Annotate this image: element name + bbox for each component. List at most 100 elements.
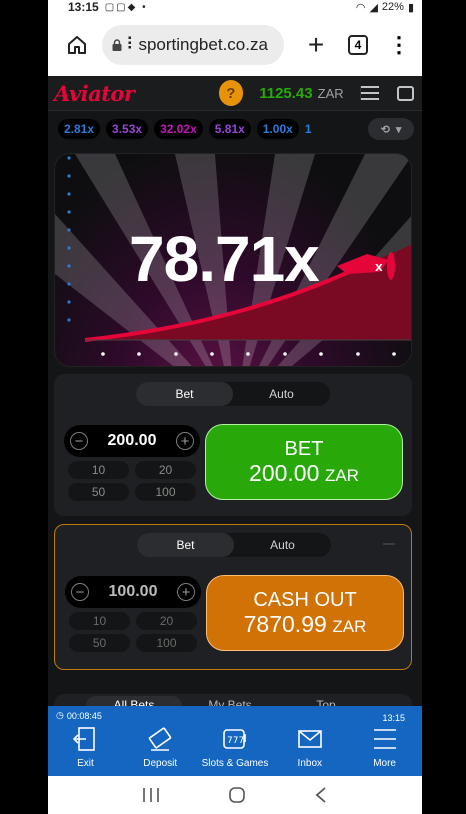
url-prefix: ⠇ — [126, 35, 139, 54]
aviator-logo: Aviator — [54, 80, 135, 106]
aviator-game: Aviator ? 1125.43 ZAR 2.81x 3.53x 32.02x… — [48, 76, 422, 706]
chat-icon[interactable] — [396, 85, 414, 101]
bet-button-amount-row: 200.00 ZAR — [249, 461, 359, 488]
clock-icon: ◷ — [56, 710, 64, 720]
quick-amount-button[interactable]: 20 — [135, 461, 196, 479]
bet-mode-switch: Bet Auto — [136, 382, 330, 406]
tab-my-bets[interactable]: My Bets — [182, 696, 278, 706]
bets-tabs: All Bets My Bets Top — [54, 694, 412, 706]
history-button[interactable]: ⟲ ▾ — [368, 118, 414, 140]
battery-icon: ▮ — [407, 1, 414, 14]
history-icon: ⟲ — [380, 123, 390, 136]
plus-icon[interactable]: + — [176, 432, 194, 450]
browser-toolbar: ⠇ sportingbet.co.za + 4 ⋮ — [48, 14, 422, 76]
inbox-icon — [297, 730, 322, 748]
stake-control: − 100.00 + 10 20 50 100 — [65, 576, 201, 652]
balance-amount: 1125.43 — [259, 84, 313, 102]
bet-panel-1: Bet Auto − 200.00 + 10 20 50 100 BET 200… — [54, 374, 412, 516]
nav-exit[interactable]: Exit — [48, 726, 123, 769]
game-menu-button[interactable] — [359, 86, 379, 100]
quick-amounts: 10 20 50 100 — [64, 461, 200, 501]
balance-currency: ZAR — [317, 85, 344, 101]
quick-amount-button[interactable]: 10 — [68, 461, 129, 479]
svg-text:777: 777 — [227, 736, 244, 746]
home-button[interactable] — [62, 30, 92, 60]
notification-icons: ▢▢◆ • — [104, 1, 148, 13]
multiplier-badge: 2.81x — [58, 119, 101, 139]
lock-icon — [112, 39, 122, 51]
stake-input[interactable]: − 200.00 + — [64, 425, 200, 457]
home-circle-icon[interactable] — [228, 786, 246, 804]
cash-out-currency: ZAR — [332, 616, 367, 636]
multiplier-badge: 1 — [304, 122, 312, 136]
nav-slots-games[interactable]: 777 Slots & Games — [198, 726, 273, 769]
quick-amount-button[interactable]: 20 — [136, 612, 197, 630]
tab-auto[interactable]: Auto — [233, 382, 330, 406]
quick-amount-button[interactable]: 100 — [135, 483, 196, 501]
stake-control: − 200.00 + 10 20 50 100 — [64, 425, 200, 501]
recents-icon[interactable] — [142, 787, 160, 803]
session-timer-value: 00:08:45 — [66, 710, 102, 721]
bet-button-currency: ZAR — [324, 465, 359, 485]
status-right: ◠ ◢ 22% ▮ — [356, 1, 414, 14]
cash-out-label: CASH OUT — [253, 588, 357, 611]
tab-switcher-button[interactable]: 4 — [348, 35, 368, 55]
site-bottom-nav: ◷ 00:08:45 13:15 Exit Deposit 777 Slots … — [48, 706, 422, 776]
nav-more[interactable]: More — [347, 726, 422, 769]
cash-out-amount: 7870.99 — [243, 610, 327, 637]
stake-value: 100.00 — [108, 583, 158, 600]
android-nav-bar — [48, 776, 422, 814]
quick-amount-button[interactable]: 10 — [69, 612, 130, 630]
tab-bet[interactable]: Bet — [137, 533, 234, 557]
deposit-icon — [148, 727, 172, 751]
nav-label: Slots & Games — [201, 758, 269, 769]
nav-label: Exit — [77, 758, 94, 769]
bet-button-amount: 200.00 — [249, 459, 320, 486]
slots-icon: 777 — [223, 729, 246, 749]
tab-all-bets[interactable]: All Bets — [86, 696, 182, 706]
signal-icon: ◢ — [369, 1, 378, 14]
minus-icon[interactable]: − — [71, 583, 89, 601]
quick-amount-button[interactable]: 100 — [136, 634, 197, 652]
browser-menu-button[interactable]: ⋮ — [388, 34, 410, 56]
url-text: sportingbet.co.za — [138, 35, 268, 54]
tab-auto[interactable]: Auto — [234, 533, 331, 557]
exit-icon — [73, 727, 96, 751]
nav-label: More — [373, 758, 396, 769]
screen: 13:15 ▢▢◆ • ◠ ◢ 22% ▮ ⠇ sportingbet.co.z… — [0, 0, 466, 814]
nav-clock: 13:15 — [382, 713, 405, 723]
game-header: Aviator ? 1125.43 ZAR — [48, 76, 422, 111]
remove-panel-button[interactable] — [383, 543, 395, 545]
cash-out-amount-row: 7870.99 ZAR — [244, 612, 367, 639]
back-icon[interactable] — [314, 786, 328, 804]
url-bar[interactable]: ⠇ sportingbet.co.za — [102, 25, 284, 65]
bet-button[interactable]: BET 200.00 ZAR — [205, 424, 403, 500]
home-icon — [68, 36, 86, 54]
nav-inbox[interactable]: Inbox — [272, 726, 347, 769]
chevron-down-icon: ▾ — [395, 123, 402, 136]
cash-out-button[interactable]: CASH OUT 7870.99 ZAR — [206, 575, 404, 651]
nav-deposit[interactable]: Deposit — [123, 726, 198, 769]
multiplier-badge: 32.02x — [154, 119, 203, 139]
bet-panel-2: Bet Auto − 100.00 + 10 20 50 100 CASH OU… — [54, 524, 412, 670]
multiplier-badge: 5.81x — [208, 119, 251, 139]
multiplier-badge: 1.00x — [256, 119, 299, 139]
flight-canvas: X 78.71x — [54, 153, 412, 367]
multiplier-history: 2.81x 3.53x 32.02x 5.81x 1.00x 1 ⟲ ▾ — [48, 111, 422, 147]
status-time: 13:15 — [68, 0, 99, 14]
battery-text: 22% — [381, 1, 404, 13]
minus-icon[interactable]: − — [70, 432, 88, 450]
quick-amount-button[interactable]: 50 — [69, 634, 130, 652]
tab-top[interactable]: Top — [278, 696, 374, 706]
more-icon — [373, 729, 396, 749]
tab-bet[interactable]: Bet — [136, 382, 233, 406]
nav-label: Deposit — [143, 758, 178, 769]
help-button[interactable]: ? — [218, 80, 244, 106]
quick-amount-button[interactable]: 50 — [68, 483, 129, 501]
svg-text:X: X — [375, 263, 383, 274]
plus-icon[interactable]: + — [177, 583, 195, 601]
quick-amounts: 10 20 50 100 — [65, 612, 201, 652]
stake-input[interactable]: − 100.00 + — [65, 576, 201, 608]
crash-multiplier: 78.71x — [129, 223, 320, 295]
new-tab-button[interactable]: + — [302, 31, 330, 59]
